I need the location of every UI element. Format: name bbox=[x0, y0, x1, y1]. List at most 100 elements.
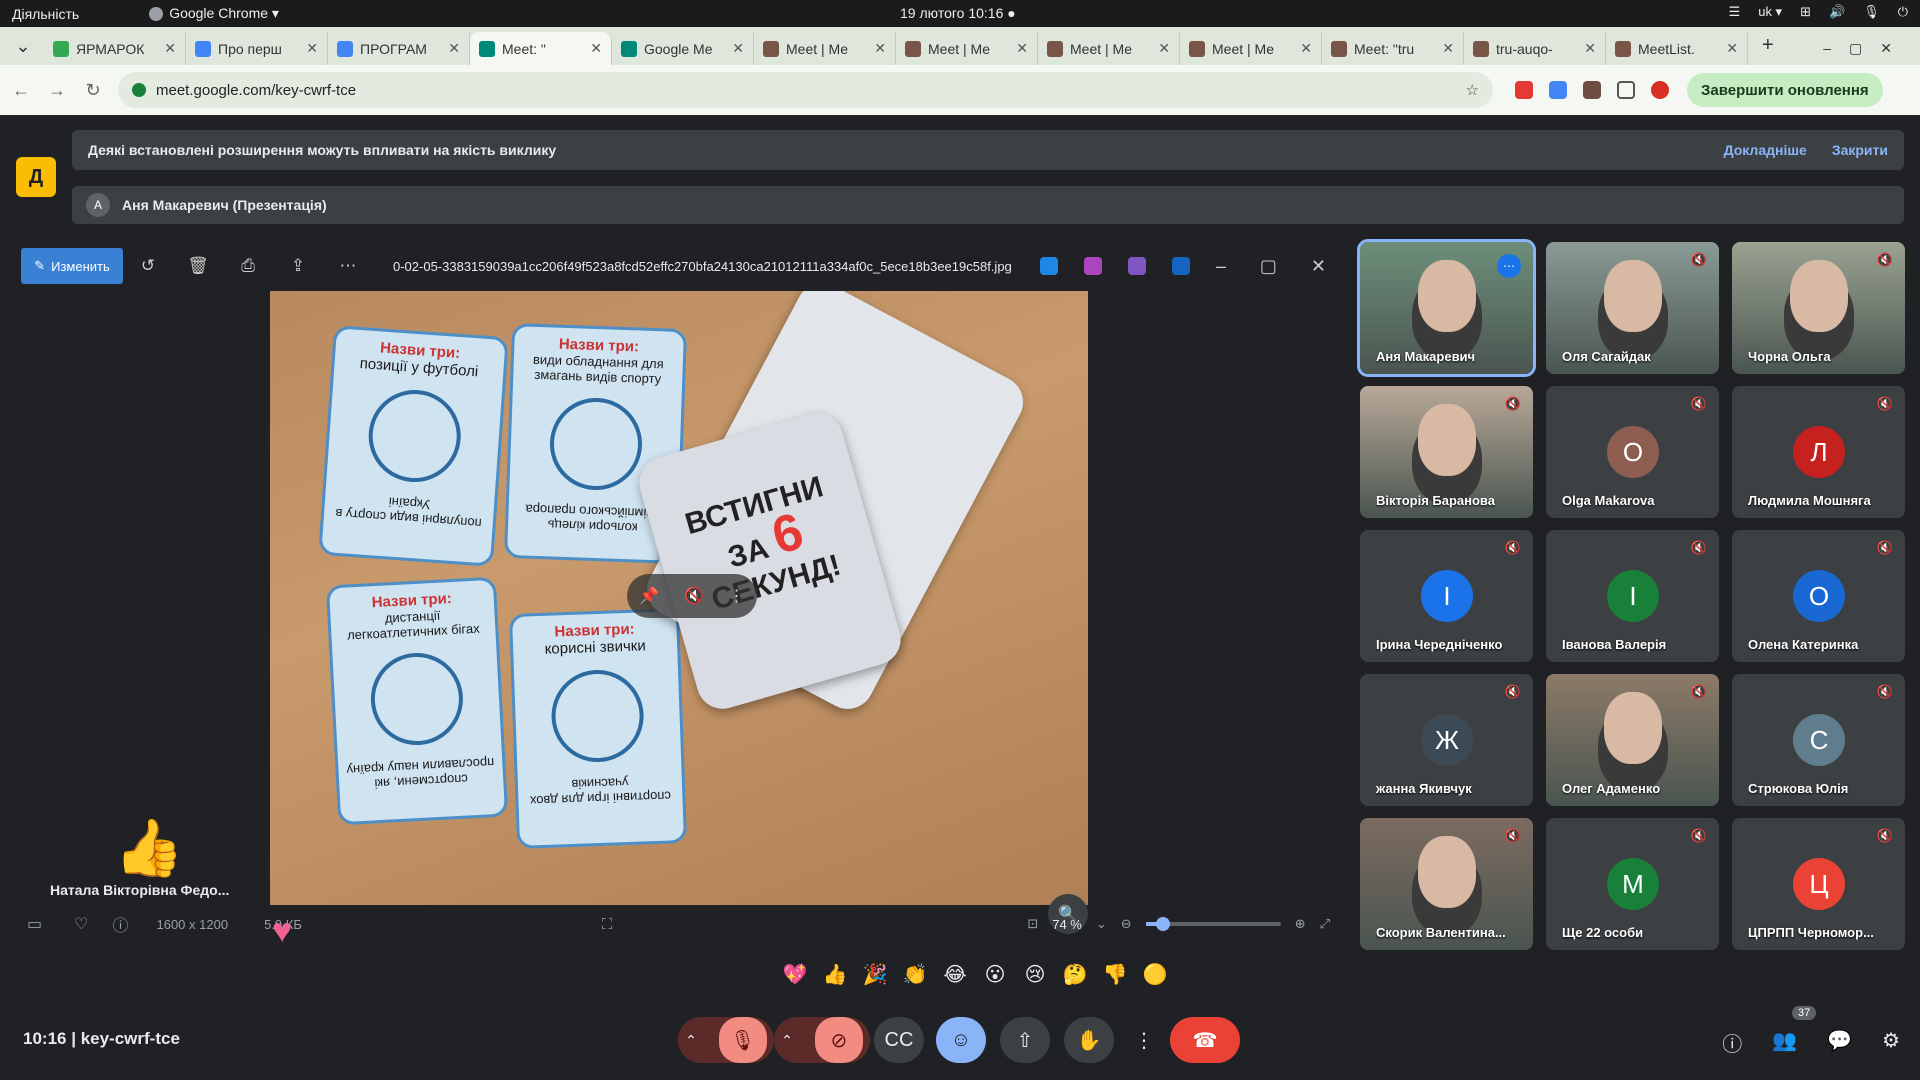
reaction-emoji-button[interactable]: 🟡 bbox=[1142, 962, 1168, 987]
more-icon[interactable]: ⋯ bbox=[323, 256, 373, 276]
bookmark-star-icon[interactable]: ☆ bbox=[1466, 81, 1479, 99]
tile-more-icon[interactable]: ⋯ bbox=[1497, 254, 1521, 278]
system-clock[interactable]: 19 лютого 10:16 ● bbox=[900, 5, 1016, 21]
zoom-in-icon[interactable]: ⊕ bbox=[1295, 916, 1306, 932]
tab-close-icon[interactable]: ✕ bbox=[448, 40, 460, 57]
participant-tile[interactable]: 🔇 Чорна Ольга bbox=[1732, 242, 1905, 374]
fit-icon[interactable]: ⊡ bbox=[1027, 916, 1038, 932]
reaction-emoji-button[interactable]: 😂 bbox=[942, 962, 968, 987]
participant-tile[interactable]: І 🔇 Ірина Чередніченко bbox=[1360, 530, 1533, 662]
mic-icon[interactable]: 🎙 bbox=[1863, 4, 1880, 20]
learn-more-link[interactable]: Докладніше bbox=[1724, 142, 1807, 158]
viewer-window-controls[interactable]: – ▢ ✕ bbox=[1216, 256, 1326, 277]
system-tray[interactable]: ☰ uk ▾ ⊞ 🔊 🎙 ⏻ bbox=[1729, 4, 1908, 20]
participant-tile[interactable]: О 🔇 Олена Катеринка bbox=[1732, 530, 1905, 662]
address-bar[interactable]: meet.google.com/key-cwrf-tce ☆ bbox=[118, 72, 1493, 108]
reaction-emoji-button[interactable]: 🎉 bbox=[862, 962, 888, 987]
browser-tab[interactable]: Meet | Me ✕ bbox=[1038, 32, 1180, 65]
tab-search-icon[interactable]: ⌄ bbox=[8, 36, 38, 57]
close-icon[interactable]: ✕ bbox=[1311, 256, 1326, 277]
tab-close-icon[interactable]: ✕ bbox=[306, 40, 318, 57]
participant-tile[interactable]: С 🔇 Стрюкова Юлія bbox=[1732, 674, 1905, 806]
more-vert-icon[interactable]: ⋮ bbox=[729, 586, 745, 606]
app-icon[interactable] bbox=[1039, 257, 1058, 275]
new-tab-button[interactable]: + bbox=[1762, 34, 1774, 57]
paint-icon[interactable] bbox=[1083, 257, 1102, 275]
adblock-icon[interactable] bbox=[1515, 81, 1533, 99]
extension-icon[interactable] bbox=[1583, 81, 1601, 99]
browser-tab[interactable]: MeetList. ✕ bbox=[1606, 32, 1748, 65]
reaction-emoji-button[interactable]: 👏 bbox=[902, 962, 928, 987]
network-icon[interactable]: ⊞ bbox=[1800, 4, 1811, 20]
participant-tile[interactable]: 🔇 Оля Сагайдак bbox=[1546, 242, 1719, 374]
mic-options-icon[interactable]: ⌃ bbox=[685, 1032, 697, 1049]
lang-indicator[interactable]: uk ▾ bbox=[1758, 4, 1782, 20]
tab-close-icon[interactable]: ✕ bbox=[1016, 40, 1028, 57]
mic-toggle-button[interactable]: ⌃ 🎙 bbox=[678, 1017, 774, 1063]
delete-icon[interactable]: 🗑 bbox=[173, 256, 223, 276]
browser-tab[interactable]: Meet | Me ✕ bbox=[754, 32, 896, 65]
zoom-level[interactable]: 74 % bbox=[1052, 917, 1082, 932]
people-icon[interactable]: 👥 bbox=[1772, 1028, 1797, 1057]
print-icon[interactable]: ⎙ bbox=[223, 256, 273, 276]
camera-options-icon[interactable]: ⌃ bbox=[781, 1032, 793, 1049]
participant-tile[interactable]: 🔇 Скорик Валентина... bbox=[1360, 818, 1533, 950]
participant-tile[interactable]: O 🔇 Olga Makarova bbox=[1546, 386, 1719, 518]
profile-avatar[interactable] bbox=[1651, 81, 1669, 99]
activities-button[interactable]: Діяльність bbox=[12, 6, 79, 22]
reaction-emoji-button[interactable]: 💖 bbox=[782, 962, 808, 987]
tab-close-icon[interactable]: ✕ bbox=[874, 40, 886, 57]
tab-close-icon[interactable]: ✕ bbox=[164, 40, 176, 57]
activities-icon[interactable]: ⚙ bbox=[1882, 1028, 1900, 1057]
edit-button[interactable]: ✎ Изменить bbox=[21, 248, 123, 284]
tab-close-icon[interactable]: ✕ bbox=[1442, 40, 1454, 57]
participant-tile[interactable]: 🔇 Вікторія Баранова bbox=[1360, 386, 1533, 518]
reaction-emoji-button[interactable]: 😮 bbox=[982, 962, 1008, 987]
fullscreen-icon[interactable]: ⤢ bbox=[1320, 916, 1330, 932]
rotate-icon[interactable]: ↺ bbox=[123, 256, 173, 276]
browser-tab[interactable]: Про перш ✕ bbox=[186, 32, 328, 65]
browser-tab[interactable]: Meet | Me ✕ bbox=[896, 32, 1038, 65]
update-button[interactable]: Завершити оновлення bbox=[1687, 73, 1883, 107]
reaction-emoji-button[interactable]: 👎 bbox=[1102, 962, 1128, 987]
tab-close-icon[interactable]: ✕ bbox=[1726, 40, 1738, 57]
zoom-out-icon[interactable]: ⊖ bbox=[1121, 916, 1132, 932]
pin-icon[interactable]: 📌 bbox=[639, 586, 659, 606]
participant-tile[interactable]: І 🔇 Іванова Валерія bbox=[1546, 530, 1719, 662]
zoom-dropdown-icon[interactable]: ⌄ bbox=[1096, 916, 1107, 932]
forward-icon[interactable]: → bbox=[42, 80, 72, 101]
emoji-icon[interactable]: ☺ bbox=[936, 1017, 986, 1063]
onedrive-icon[interactable] bbox=[1171, 257, 1190, 275]
participant-tile[interactable]: ⋯ Аня Макаревич bbox=[1357, 239, 1536, 377]
reload-icon[interactable]: ↻ bbox=[78, 80, 108, 101]
more-options-icon[interactable]: ⋮ bbox=[1128, 1017, 1160, 1063]
window-controls[interactable]: –▢✕ bbox=[1823, 40, 1910, 57]
participant-tile[interactable]: Л 🔇 Людмила Мошняга bbox=[1732, 386, 1905, 518]
reaction-emoji-button[interactable]: 🤔 bbox=[1062, 962, 1088, 987]
leave-call-icon[interactable]: ☎ bbox=[1170, 1017, 1240, 1063]
camera-toggle-button[interactable]: ⌃ ⊘ bbox=[774, 1017, 870, 1063]
browser-tab[interactable]: Meet: " ✕ bbox=[470, 32, 612, 65]
browser-tab[interactable]: ПРОГРАМ ✕ bbox=[328, 32, 470, 65]
bookmark-d-icon[interactable]: Д bbox=[16, 157, 56, 197]
browser-tab[interactable]: Meet | Me ✕ bbox=[1180, 32, 1322, 65]
tab-close-icon[interactable]: ✕ bbox=[732, 40, 744, 57]
favorite-icon[interactable]: ♡ bbox=[74, 914, 88, 934]
camera-off-icon[interactable]: ⊘ bbox=[814, 1017, 863, 1063]
info-icon[interactable]: ⓘ bbox=[112, 912, 128, 936]
filmstrip-icon[interactable]: ▭ bbox=[27, 914, 42, 934]
tab-close-icon[interactable]: ✕ bbox=[1584, 40, 1596, 57]
reaction-emoji-button[interactable]: 👍 bbox=[822, 962, 848, 987]
captions-icon[interactable]: CC bbox=[874, 1017, 924, 1063]
list-icon[interactable]: ☰ bbox=[1729, 4, 1741, 20]
tab-close-icon[interactable]: ✕ bbox=[1158, 40, 1170, 57]
translate-icon[interactable] bbox=[1549, 81, 1567, 99]
reaction-emoji-button[interactable]: 😢 bbox=[1022, 962, 1048, 987]
participant-tile[interactable]: 🔇 Олег Адаменко bbox=[1546, 674, 1719, 806]
participant-tile[interactable]: Ц 🔇 ЦПРПП Черномор... bbox=[1732, 818, 1905, 950]
browser-tab[interactable]: ЯРМАРОК ✕ bbox=[44, 32, 186, 65]
site-info-icon[interactable] bbox=[132, 83, 146, 97]
back-icon[interactable]: ← bbox=[6, 80, 36, 101]
participant-tile[interactable]: Ж 🔇 жанна Якивчук bbox=[1360, 674, 1533, 806]
volume-icon[interactable]: 🔊 bbox=[1829, 4, 1845, 20]
